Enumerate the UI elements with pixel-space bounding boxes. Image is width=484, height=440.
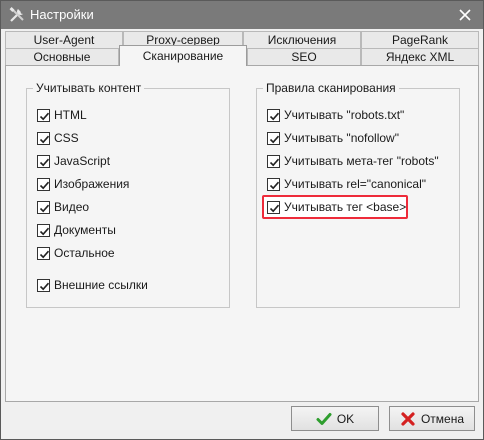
checkbox-box[interactable] <box>37 200 50 214</box>
window-title: Настройки <box>30 7 94 22</box>
group-title: Правила сканирования <box>263 81 399 95</box>
check-icon <box>269 112 280 120</box>
close-icon[interactable] <box>455 5 475 25</box>
settings-dialog: Настройки User-Agent Proxy-сервер Исключ… <box>0 0 484 440</box>
checkbox-nofollow[interactable]: Учитывать "nofollow" <box>267 130 399 146</box>
check-icon <box>39 250 50 258</box>
checkbox-box[interactable] <box>267 177 280 191</box>
checkbox-box[interactable] <box>37 177 50 191</box>
ok-button[interactable]: OK <box>291 406 379 431</box>
check-icon <box>269 135 280 143</box>
checkbox-other[interactable]: Остальное <box>37 245 115 261</box>
tab-user-agent[interactable]: User-Agent <box>5 31 123 49</box>
content-group: Учитывать контент HTML CSS JavaScript Из… <box>26 81 230 308</box>
checkbox-label: Внешние ссылки <box>54 278 148 292</box>
checkbox-label: Учитывать rel="canonical" <box>284 177 426 191</box>
checkbox-label: Учитывать мета-тег "robots" <box>284 154 439 168</box>
tab-pagerank[interactable]: PageRank <box>361 31 479 49</box>
checkbox-box[interactable] <box>267 200 280 214</box>
checkbox-javascript[interactable]: JavaScript <box>37 153 110 169</box>
tab-label: PageRank <box>391 33 449 47</box>
check-icon <box>39 227 50 235</box>
tab-label: Яндекс XML <box>385 50 455 64</box>
checkbox-label: Остальное <box>54 246 115 260</box>
checkmark-icon <box>316 412 332 425</box>
tab-label: User-Agent <box>33 33 95 47</box>
checkbox-label: Видео <box>54 200 90 214</box>
check-icon <box>39 204 50 212</box>
checkbox-box[interactable] <box>267 131 280 145</box>
checkbox-box[interactable] <box>37 154 50 168</box>
cancel-label: Отмена <box>420 411 465 426</box>
group-title: Учитывать контент <box>33 81 145 95</box>
title-bar: Настройки <box>1 1 483 29</box>
check-icon <box>269 204 280 212</box>
check-icon <box>269 181 280 189</box>
checkbox-box[interactable] <box>37 108 50 122</box>
checkbox-label: HTML <box>54 108 87 122</box>
tools-icon <box>9 7 24 22</box>
cancel-button[interactable]: Отмена <box>389 406 475 431</box>
checkbox-box[interactable] <box>267 108 280 122</box>
tab-exclusions[interactable]: Исключения <box>243 31 361 49</box>
scan-rules-group: Правила сканирования Учитывать "robots.t… <box>256 81 460 308</box>
checkbox-label: Документы <box>54 223 116 237</box>
checkbox-label: Учитывать тег <base> <box>284 200 407 214</box>
tab-content-panel: Учитывать контент HTML CSS JavaScript Из… <box>5 65 479 402</box>
check-icon <box>39 181 50 189</box>
checkbox-css[interactable]: CSS <box>37 130 79 146</box>
checkbox-base-tag[interactable]: Учитывать тег <base> <box>267 199 406 215</box>
checkbox-box[interactable] <box>37 278 50 292</box>
checkbox-external-links[interactable]: Внешние ссылки <box>37 277 148 293</box>
checkbox-label: Учитывать "robots.txt" <box>284 108 405 122</box>
checkbox-label: Изображения <box>54 177 130 191</box>
check-icon <box>269 158 280 166</box>
checkbox-documents[interactable]: Документы <box>37 222 116 238</box>
checkbox-html[interactable]: HTML <box>37 107 87 123</box>
ok-label: OK <box>336 411 355 426</box>
checkbox-box[interactable] <box>37 246 50 260</box>
checkbox-label: JavaScript <box>54 154 111 168</box>
checkbox-robots-txt[interactable]: Учитывать "robots.txt" <box>267 107 404 123</box>
checkbox-canonical[interactable]: Учитывать rel="canonical" <box>267 176 426 192</box>
tab-yandex-xml[interactable]: Яндекс XML <box>361 48 479 66</box>
checkbox-box[interactable] <box>37 223 50 237</box>
tab-label: SEO <box>291 50 317 64</box>
checkbox-video[interactable]: Видео <box>37 199 89 215</box>
checkbox-box[interactable] <box>37 131 50 145</box>
checkbox-label: Учитывать "nofollow" <box>284 131 399 145</box>
check-icon <box>39 135 50 143</box>
check-icon <box>39 282 50 290</box>
tab-scanning[interactable]: Сканирование <box>119 45 247 66</box>
checkbox-box[interactable] <box>267 154 280 168</box>
checkbox-label: CSS <box>54 131 79 145</box>
tab-label: Основные <box>33 50 91 64</box>
checkbox-images[interactable]: Изображения <box>37 176 129 192</box>
tab-general[interactable]: Основные <box>5 48 119 66</box>
tab-label: Исключения <box>267 33 337 47</box>
tab-seo[interactable]: SEO <box>247 48 361 66</box>
tab-label: Сканирование <box>142 49 224 63</box>
check-icon <box>39 112 50 120</box>
cancel-x-icon <box>401 411 415 426</box>
check-icon <box>39 158 50 166</box>
checkbox-meta-robots[interactable]: Учитывать мета-тег "robots" <box>267 153 439 169</box>
